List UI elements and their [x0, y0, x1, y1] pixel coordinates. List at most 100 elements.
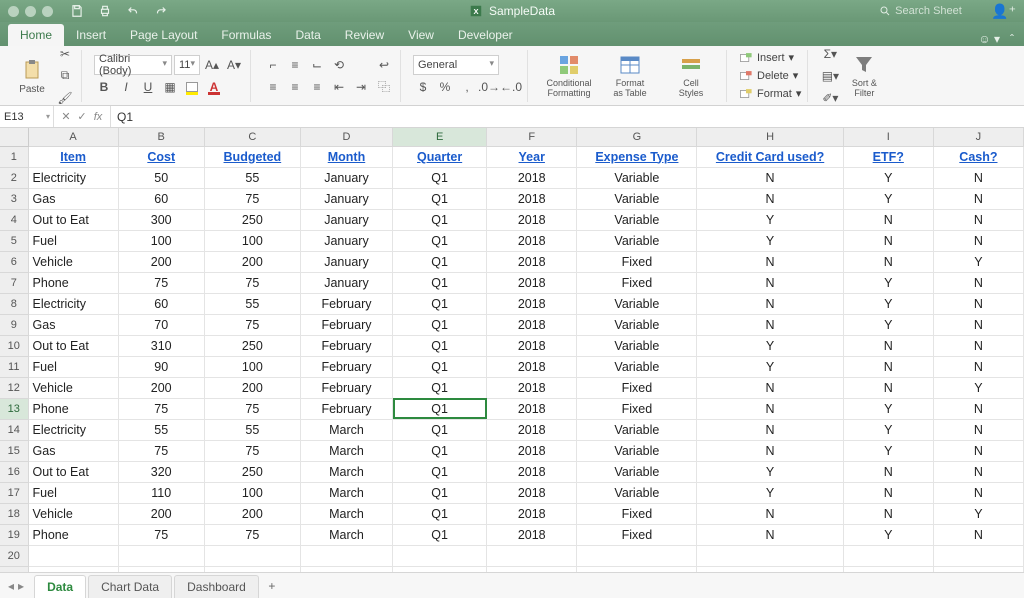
cell[interactable]: 300	[118, 209, 204, 230]
cell[interactable]	[28, 545, 118, 566]
cell[interactable]: 75	[118, 524, 204, 545]
cell[interactable]: Y	[843, 419, 933, 440]
cell[interactable]: 2018	[487, 356, 577, 377]
cell[interactable]: N	[843, 503, 933, 524]
cell[interactable]: Electricity	[28, 167, 118, 188]
cell[interactable]: Vehicle	[28, 503, 118, 524]
copy-icon[interactable]: ⧉	[55, 66, 75, 86]
cell[interactable]: 2018	[487, 335, 577, 356]
cell[interactable]: Vehicle	[28, 377, 118, 398]
cell[interactable]: Gas	[28, 314, 118, 335]
font-name-select[interactable]: Calibri (Body)	[94, 55, 172, 75]
row-header[interactable]: 1	[0, 146, 28, 167]
cell[interactable]: Out to Eat	[28, 461, 118, 482]
cell[interactable]: Y	[843, 188, 933, 209]
cell[interactable]: January	[300, 230, 392, 251]
cell[interactable]: N	[697, 440, 843, 461]
cell[interactable]: January	[300, 272, 392, 293]
cell[interactable]: 250	[204, 335, 300, 356]
fx-icon[interactable]: fx	[92, 111, 104, 123]
formula-input[interactable]: Q1	[111, 110, 1024, 124]
cell[interactable]: Q1	[393, 524, 487, 545]
align-top-icon[interactable]: ⌐	[263, 55, 283, 75]
cell[interactable]: N	[697, 503, 843, 524]
font-color-button[interactable]: A	[204, 77, 224, 97]
cell[interactable]: N	[697, 419, 843, 440]
align-center-icon[interactable]: ≡	[285, 77, 305, 97]
minimize-window-icon[interactable]	[25, 6, 36, 17]
cell[interactable]: March	[300, 482, 392, 503]
cell[interactable]: N	[843, 356, 933, 377]
cell[interactable]: Budgeted	[204, 146, 300, 167]
name-box[interactable]: E13	[0, 106, 54, 127]
row-header[interactable]: 17	[0, 482, 28, 503]
border-button[interactable]: ▦	[160, 77, 180, 97]
close-window-icon[interactable]	[8, 6, 19, 17]
cell[interactable]: Y	[697, 356, 843, 377]
cell[interactable]: Variable	[577, 356, 697, 377]
align-left-icon[interactable]: ≡	[263, 77, 283, 97]
cell[interactable]: Y	[697, 209, 843, 230]
cell[interactable]: 100	[204, 482, 300, 503]
column-header-E[interactable]: E	[393, 128, 487, 146]
cell[interactable]: March	[300, 503, 392, 524]
cell[interactable]: Variable	[577, 461, 697, 482]
cell[interactable]: Fixed	[577, 377, 697, 398]
cell[interactable]	[204, 545, 300, 566]
cell[interactable]	[577, 545, 697, 566]
cell[interactable]: 75	[204, 188, 300, 209]
cell[interactable]: Q1	[393, 419, 487, 440]
column-header-H[interactable]: H	[697, 128, 843, 146]
cell[interactable]: 70	[118, 314, 204, 335]
cell[interactable]: N	[933, 335, 1023, 356]
row-header[interactable]: 3	[0, 188, 28, 209]
ribbon-tab-view[interactable]: View	[396, 24, 446, 46]
cell[interactable]: Gas	[28, 440, 118, 461]
paste-button[interactable]: Paste	[12, 57, 52, 95]
column-header-A[interactable]: A	[28, 128, 118, 146]
cell[interactable]: Y	[697, 482, 843, 503]
cell[interactable]: N	[697, 293, 843, 314]
row-header[interactable]: 11	[0, 356, 28, 377]
increase-indent-icon[interactable]: ⇥	[351, 77, 371, 97]
cell[interactable]: N	[933, 524, 1023, 545]
cell[interactable]: N	[843, 251, 933, 272]
row-header[interactable]: 18	[0, 503, 28, 524]
cell[interactable]: Electricity	[28, 419, 118, 440]
cell[interactable]: Q1	[393, 503, 487, 524]
cell[interactable]: Q1	[393, 482, 487, 503]
cell[interactable]: N	[697, 314, 843, 335]
cell[interactable]: Variable	[577, 419, 697, 440]
cell[interactable]: 200	[118, 377, 204, 398]
cell[interactable]: Out to Eat	[28, 335, 118, 356]
cell[interactable]: 200	[204, 503, 300, 524]
row-header[interactable]: 20	[0, 545, 28, 566]
cell[interactable]: 55	[204, 419, 300, 440]
wrap-text-icon[interactable]: ↩	[374, 55, 394, 75]
cell[interactable]: 90	[118, 356, 204, 377]
cell[interactable]: 50	[118, 167, 204, 188]
orientation-icon[interactable]: ⟲	[329, 55, 349, 75]
cell[interactable]: Y	[843, 167, 933, 188]
ribbon-tab-review[interactable]: Review	[333, 24, 396, 46]
cell[interactable]: January	[300, 209, 392, 230]
row-header[interactable]: 9	[0, 314, 28, 335]
cell[interactable]: N	[843, 335, 933, 356]
cell[interactable]: 200	[204, 251, 300, 272]
cell[interactable]: Q1	[393, 440, 487, 461]
cell[interactable]: 2018	[487, 377, 577, 398]
align-middle-icon[interactable]: ≡	[285, 55, 305, 75]
cell[interactable]: N	[933, 272, 1023, 293]
cell[interactable]: Y	[697, 230, 843, 251]
cell[interactable]: January	[300, 188, 392, 209]
cell[interactable]: 200	[204, 377, 300, 398]
cell[interactable]: Fixed	[577, 251, 697, 272]
cell[interactable]: February	[300, 314, 392, 335]
cell[interactable]: Q1	[393, 377, 487, 398]
row-header[interactable]: 15	[0, 440, 28, 461]
cell[interactable]: Cash?	[933, 146, 1023, 167]
cell[interactable]: 2018	[487, 272, 577, 293]
cell[interactable]: 2018	[487, 503, 577, 524]
cell[interactable]: 2018	[487, 209, 577, 230]
fill-color-button[interactable]	[182, 77, 202, 97]
